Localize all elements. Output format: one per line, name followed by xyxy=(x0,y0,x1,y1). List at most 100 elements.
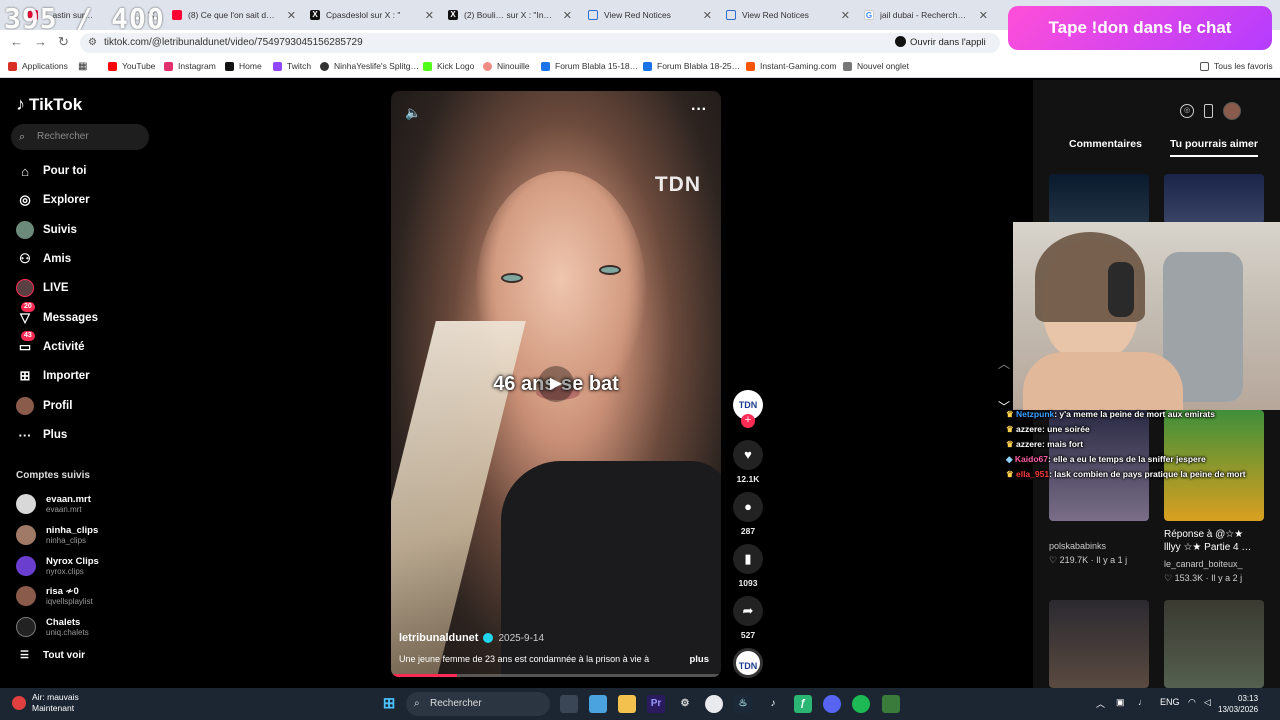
nav-pour-toi[interactable]: ⌂ Pour toi xyxy=(16,161,86,181)
tab-close-icon[interactable]: ✕ xyxy=(703,9,712,22)
browser-tab[interactable]: X (2) Bouli… sur X : "Insol… ✕ xyxy=(448,4,572,26)
browser-tab[interactable]: X Cpasdeslol sur X : " ✕ xyxy=(310,4,434,26)
nav-suivis[interactable]: Suivis xyxy=(16,220,77,240)
follow-plus-icon[interactable]: + xyxy=(741,414,755,428)
play-icon[interactable]: ▶ xyxy=(538,366,574,402)
tab-close-icon[interactable]: ✕ xyxy=(425,9,434,22)
bookmark-item[interactable]: Forum Blabla 15-18… xyxy=(541,61,638,71)
premiere-icon[interactable]: Pr xyxy=(647,695,665,713)
followed-account[interactable]: Nyrox Clips nyrox.clips xyxy=(16,552,99,580)
windows-start-icon[interactable]: ⊞ xyxy=(380,695,398,713)
steam-icon[interactable]: ♨ xyxy=(734,695,752,713)
followed-account[interactable]: ninha_clips ninha_clips xyxy=(16,521,98,549)
suggested-video-thumbnail[interactable] xyxy=(1164,600,1264,688)
bookmark-item[interactable]: Home xyxy=(225,61,262,71)
tray-chevron-icon[interactable]: ︿ xyxy=(1096,697,1105,710)
compass-icon[interactable]: ◎ xyxy=(1180,104,1194,118)
share-button[interactable]: ➦ 527 xyxy=(731,596,765,640)
tab-close-icon[interactable]: ✕ xyxy=(287,9,296,22)
microphone-icon[interactable]: ♩ xyxy=(1138,697,1147,707)
url-field[interactable]: ⚙ tiktok.com/@letribunaldunet/video/7549… xyxy=(80,33,1000,53)
suggested-video-thumbnail[interactable] xyxy=(1049,600,1149,688)
nav-amis[interactable]: ⚇ Amis xyxy=(16,249,71,269)
chrome-icon[interactable] xyxy=(705,695,723,713)
tab-suggested[interactable]: Tu pourrais aimer xyxy=(1170,138,1258,157)
bookmark-item[interactable]: Nouvel onglet xyxy=(843,61,909,71)
tiktok-note-icon: ♪ xyxy=(16,94,25,114)
volume-icon[interactable]: ◁ xyxy=(1204,697,1211,708)
grid-icon[interactable]: ▦ xyxy=(78,61,87,72)
language-indicator[interactable]: ENG xyxy=(1160,697,1180,707)
video-player[interactable]: 🔈 ··· TDN 46 ans se bat ▶ letribunaldune… xyxy=(391,91,721,677)
bookmark-item[interactable]: Kick Logo xyxy=(423,61,474,71)
suggested-card-user[interactable]: le_canard_boiteux_ xyxy=(1164,559,1243,569)
volume-icon[interactable]: 🔈 xyxy=(405,105,421,121)
browser-tab[interactable]: View Red Notices ✕ xyxy=(588,4,712,26)
reload-icon[interactable]: ↻ xyxy=(58,34,69,50)
spotify-icon[interactable] xyxy=(852,695,870,713)
forward-icon[interactable]: → xyxy=(34,34,47,49)
see-all-button[interactable]: ☰ Tout voir xyxy=(20,650,85,661)
task-view-icon[interactable] xyxy=(560,695,578,713)
browser-tab[interactable]: G jail dubai - Recherche Go… ✕ xyxy=(864,4,988,26)
suggested-card-title[interactable]: Réponse à @☆★ lllyy ☆★ Partie 4 … xyxy=(1164,528,1259,554)
widgets-icon[interactable] xyxy=(589,695,607,713)
video-progress-bar[interactable] xyxy=(391,674,721,677)
bookmark-item[interactable]: Applications xyxy=(8,61,68,71)
nav-activite[interactable]: ▭ 43 Activité xyxy=(16,331,85,357)
bookmark-item[interactable]: NinhaYeslife's Splitg… xyxy=(320,61,419,71)
bookmark-item[interactable]: Instant-Gaming.com xyxy=(746,61,837,71)
followed-account[interactable]: evaan.mrt evaan.mrt xyxy=(16,490,91,518)
tab-close-icon[interactable]: ✕ xyxy=(841,9,850,22)
like-button[interactable]: ♥ 12.1K xyxy=(731,440,765,484)
music-disc[interactable]: TDN xyxy=(733,648,763,678)
profile-avatar-icon[interactable] xyxy=(1223,102,1241,120)
bookmark-item[interactable]: Instagram xyxy=(164,61,216,71)
followed-account[interactable]: risa ≁0 iqvellsplaylist xyxy=(16,582,93,610)
previous-video-icon[interactable]: ︿ xyxy=(998,355,1010,372)
all-favorites-button[interactable]: Tous les favoris xyxy=(1200,61,1273,71)
back-icon[interactable]: ← xyxy=(10,34,23,49)
nav-live[interactable]: LIVE xyxy=(16,278,69,298)
taskbar-search[interactable]: ⌕ Rechercher xyxy=(406,692,550,716)
site-info-icon[interactable]: ⚙ xyxy=(88,33,97,53)
nav-plus[interactable]: ··· Plus xyxy=(16,425,68,445)
wifi-icon[interactable]: ◠ xyxy=(1188,697,1196,708)
nav-importer[interactable]: ⊞ Importer xyxy=(16,366,90,386)
suggested-video-thumbnail[interactable] xyxy=(1049,174,1149,224)
browser-tab[interactable]: View Red Notices ✕ xyxy=(726,4,850,26)
discord-icon[interactable] xyxy=(823,695,841,713)
tab-favicon-icon xyxy=(172,10,182,20)
browser-tab[interactable]: (8) Ce que l'on sait de l'évo… ✕ xyxy=(172,4,296,26)
open-in-app-button[interactable]: Ouvrir dans l'appli xyxy=(895,35,986,51)
more-options-icon[interactable]: ··· xyxy=(691,101,707,119)
settings-icon[interactable]: ⚙ xyxy=(676,695,694,713)
bookmark-item[interactable]: Ninouille xyxy=(483,61,530,71)
nav-explorer[interactable]: ◎ Explorer xyxy=(16,190,89,210)
tab-close-icon[interactable]: ✕ xyxy=(563,9,572,22)
nav-profil[interactable]: Profil xyxy=(16,396,72,416)
bookmark-item[interactable]: Forum Blabla 18-25… xyxy=(643,61,740,71)
bookmark-item[interactable]: YouTube xyxy=(108,61,155,71)
tiktok-icon[interactable]: ♪ xyxy=(764,695,782,713)
followed-account[interactable]: Chalets uniq.chalets xyxy=(16,613,89,641)
phone-icon[interactable] xyxy=(1204,104,1213,118)
comment-button[interactable]: ● 287 xyxy=(731,492,765,536)
suggested-card-user[interactable]: polskababinks xyxy=(1049,541,1106,551)
tab-close-icon[interactable]: ✕ xyxy=(979,9,988,22)
tray-app-icon[interactable]: ▣ xyxy=(1116,697,1125,708)
search-input[interactable]: ⌕ Rechercher xyxy=(11,124,149,150)
nav-messages[interactable]: ▽ 20 Messages xyxy=(16,302,98,328)
save-button[interactable]: ▮ 1093 xyxy=(731,544,765,588)
system-clock[interactable]: 03:13 13/03/2026 xyxy=(1218,693,1258,715)
keepass-icon[interactable] xyxy=(882,695,900,713)
more-description-button[interactable]: plus xyxy=(689,654,709,665)
file-explorer-icon[interactable] xyxy=(618,695,636,713)
bookmark-item[interactable]: Twitch xyxy=(273,61,311,71)
weather-widget[interactable]: Air: mauvais Maintenant xyxy=(12,692,79,714)
tab-comments[interactable]: Commentaires xyxy=(1069,138,1142,150)
app-icon[interactable]: ƒ xyxy=(794,695,812,713)
video-author[interactable]: letribunaldunet 2025-9-14 xyxy=(399,632,544,644)
tiktok-logo[interactable]: ♪ TikTok xyxy=(16,94,82,115)
suggested-video-thumbnail[interactable] xyxy=(1164,174,1264,224)
